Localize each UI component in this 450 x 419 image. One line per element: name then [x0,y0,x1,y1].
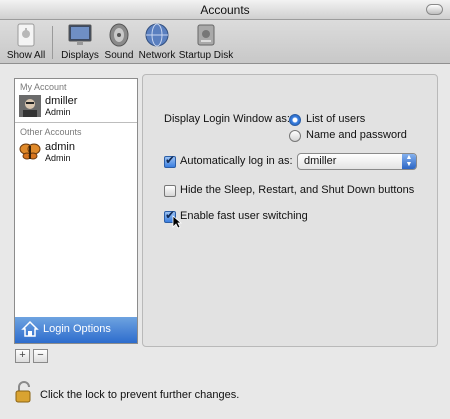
window-title: Accounts [200,3,250,17]
my-account-header: My Account [20,82,67,92]
popup-arrows-icon: ▲ ▼ [402,154,416,169]
toolbar: Show All Displays Sound Network Startup … [0,20,450,64]
display-icon [68,24,92,45]
butterfly-icon [19,143,41,160]
account-name: dmiller [45,95,78,107]
account-name: admin [45,141,75,153]
house-icon [21,320,39,337]
toolbar-separator [52,26,53,59]
startup-disk-label: Startup Disk [178,50,234,61]
disk-icon [197,24,215,46]
account-role: Admin [45,153,71,163]
apple-grid-icon [17,23,35,47]
globe-icon [145,23,169,47]
main-content: My Account dmiller Admin Other Accounts … [0,64,450,419]
network-label: Network [138,50,176,61]
startup-disk-button[interactable]: Startup Disk [178,22,234,61]
auto-login-user-value: dmiller [304,155,337,167]
login-options-item[interactable]: Login Options [15,317,137,343]
avatar [19,95,41,117]
remove-account-button[interactable]: − [33,349,48,363]
show-all-label: Show All [6,50,46,61]
title-bar: Accounts [0,0,450,20]
display-login-label: Display Login Window as: [164,113,290,125]
add-account-button[interactable]: + [15,349,30,363]
name-and-password-radio[interactable] [289,130,301,142]
sound-label: Sound [104,50,134,61]
auto-login-checkbox[interactable] [164,153,176,168]
login-options-label: Login Options [43,323,111,335]
accounts-list: My Account dmiller Admin Other Accounts … [14,78,138,344]
network-button[interactable]: Network [137,22,177,61]
list-of-users-label: List of users [306,113,366,125]
show-all-button[interactable]: Show All [4,22,48,61]
list-of-users-radio[interactable] [289,114,301,126]
auto-login-user-popup[interactable]: dmiller ▲ ▼ [297,153,417,170]
speaker-icon [109,23,129,47]
sound-button[interactable]: Sound [102,22,136,61]
displays-button[interactable]: Displays [58,22,102,61]
hide-buttons-checkbox[interactable] [164,185,176,197]
name-and-password-label: Name and password [306,129,407,141]
account-role: Admin [45,107,71,117]
toolbar-toggle-button[interactable] [426,4,443,15]
auto-login-label: Automatically log in as: [180,155,293,167]
lock-message: Click the lock to prevent further change… [40,389,240,401]
mouse-pointer-icon [172,215,182,229]
divider [15,122,137,123]
hide-buttons-label: Hide the Sleep, Restart, and Shut Down b… [180,184,415,196]
login-options-panel: Display Login Window as: List of users N… [142,74,438,347]
displays-label: Displays [61,50,99,61]
other-accounts-header: Other Accounts [20,127,82,137]
fast-user-switching-label: Enable fast user switching [180,210,308,222]
lock-icon[interactable] [14,381,34,403]
